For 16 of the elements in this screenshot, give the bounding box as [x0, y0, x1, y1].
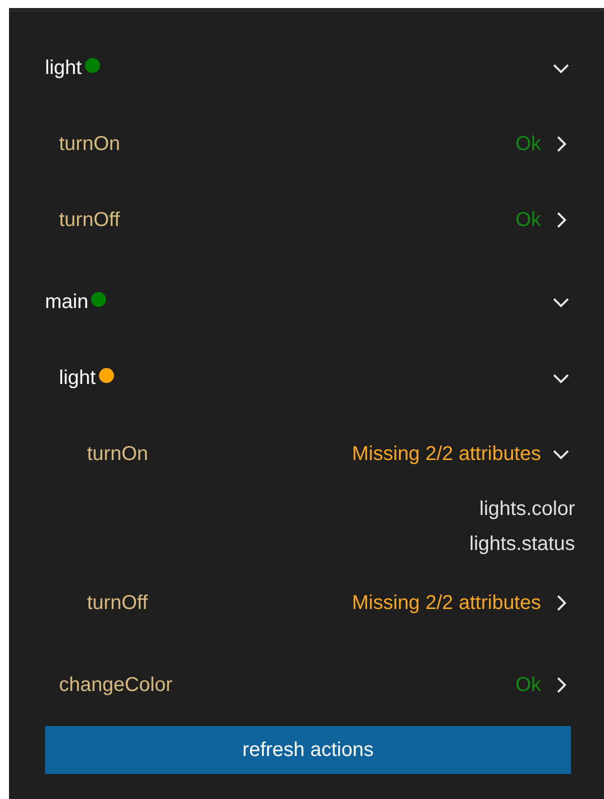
status-text: Missing 2/2 attributes: [352, 591, 541, 616]
status-text: Ok: [515, 132, 541, 157]
missing-attribute: lights.color: [479, 497, 575, 522]
status-text: Ok: [515, 673, 541, 698]
status-text: Missing 2/2 attributes: [352, 442, 541, 467]
missing-attribute: lights.status: [469, 532, 575, 557]
action-name[interactable]: turnOff: [59, 205, 120, 235]
group-name[interactable]: light: [45, 53, 82, 83]
action-name[interactable]: turnOff: [87, 588, 148, 618]
group-name[interactable]: light: [59, 363, 96, 393]
status-text: Ok: [515, 208, 541, 233]
action-name[interactable]: changeColor: [59, 670, 172, 700]
refresh-button[interactable]: refresh actions: [45, 726, 571, 774]
group-name[interactable]: main: [45, 287, 88, 317]
action-name[interactable]: turnOn: [59, 129, 120, 159]
action-name[interactable]: turnOn: [87, 439, 148, 469]
